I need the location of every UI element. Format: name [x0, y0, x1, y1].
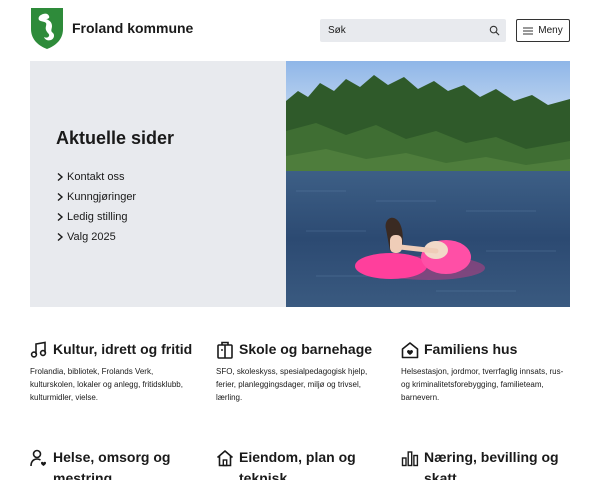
category-familiens-hus: Familiens hus Helsestasjon, jordmor, tve… [401, 339, 571, 404]
featured-pages-panel: Aktuelle sider Kontakt oss Kunngjøringer… [30, 61, 286, 307]
category-title: Skole og barnehage [239, 341, 373, 357]
category-link-kultur[interactable]: Kultur, idrett og fritid [30, 339, 200, 360]
hamburger-icon [523, 27, 534, 34]
category-title: Næring, bevilling og skatt [424, 449, 559, 480]
hero-section: Aktuelle sider Kontakt oss Kunngjøringer… [30, 61, 570, 307]
featured-link-ledig-stilling[interactable]: Ledig stilling [56, 207, 136, 227]
featured-link-label: Valg 2025 [67, 231, 116, 243]
category-link-familiens-hus[interactable]: Familiens hus [401, 339, 571, 360]
category-kultur: Kultur, idrett og fritid Frolandia, bibl… [30, 339, 200, 404]
site-header: Froland kommune Meny [0, 0, 600, 61]
chevron-right-icon [57, 213, 64, 221]
school-bag-icon [217, 341, 233, 359]
featured-link-label: Kontakt oss [67, 171, 125, 183]
menu-button[interactable]: Meny [516, 19, 570, 42]
hero-photo-lake-swimmer [286, 61, 570, 307]
category-title: Kultur, idrett og fritid [53, 341, 193, 357]
category-link-skole[interactable]: Skole og barnehage [216, 339, 386, 360]
category-helse: Helse, omsorg og mestring [30, 447, 200, 480]
featured-link-kontakt-oss[interactable]: Kontakt oss [56, 167, 136, 187]
featured-link-valg-2025[interactable]: Valg 2025 [56, 227, 136, 247]
category-eiendom: Eiendom, plan og teknisk [216, 447, 386, 480]
chevron-right-icon [57, 173, 64, 181]
chevron-right-icon [57, 193, 64, 201]
search-icon[interactable] [489, 25, 500, 36]
menu-button-label: Meny [538, 25, 563, 36]
search-input[interactable] [320, 19, 480, 42]
category-skole: Skole og barnehage SFO, skoleskyss, spes… [216, 339, 386, 404]
category-description: Helsestasjon, jordmor, tverrfaglig innsa… [401, 367, 564, 402]
category-link-eiendom[interactable]: Eiendom, plan og teknisk [216, 447, 386, 480]
chevron-right-icon [57, 233, 64, 241]
search-box [320, 19, 506, 42]
category-title: Helse, omsorg og mestring [53, 449, 171, 480]
featured-pages-title: Aktuelle sider [56, 128, 175, 148]
category-title: Eiendom, plan og teknisk [239, 449, 356, 480]
category-description: SFO, skoleskyss, spesialpedagogisk hjelp… [216, 367, 368, 402]
froland-coat-of-arms-logo[interactable] [30, 7, 64, 50]
featured-link-kunngjoringer[interactable]: Kunngjøringer [56, 187, 136, 207]
category-link-helse[interactable]: Helse, omsorg og mestring [30, 447, 200, 480]
featured-link-label: Ledig stilling [67, 211, 128, 223]
featured-pages-list: Kontakt oss Kunngjøringer Ledig stilling… [56, 167, 136, 247]
category-link-naering[interactable]: Næring, bevilling og skatt [401, 447, 571, 480]
category-naering: Næring, bevilling og skatt [401, 447, 571, 480]
featured-link-label: Kunngjøringer [67, 191, 137, 203]
house-icon [216, 450, 234, 467]
site-name[interactable]: Froland kommune [72, 20, 193, 36]
category-description: Frolandia, bibliotek, Frolands Verk, kul… [30, 367, 183, 402]
category-title: Familiens hus [424, 341, 518, 357]
bar-chart-icon [401, 451, 419, 467]
music-note-icon [30, 341, 47, 358]
person-heart-icon [30, 449, 47, 467]
house-heart-icon [401, 342, 419, 359]
